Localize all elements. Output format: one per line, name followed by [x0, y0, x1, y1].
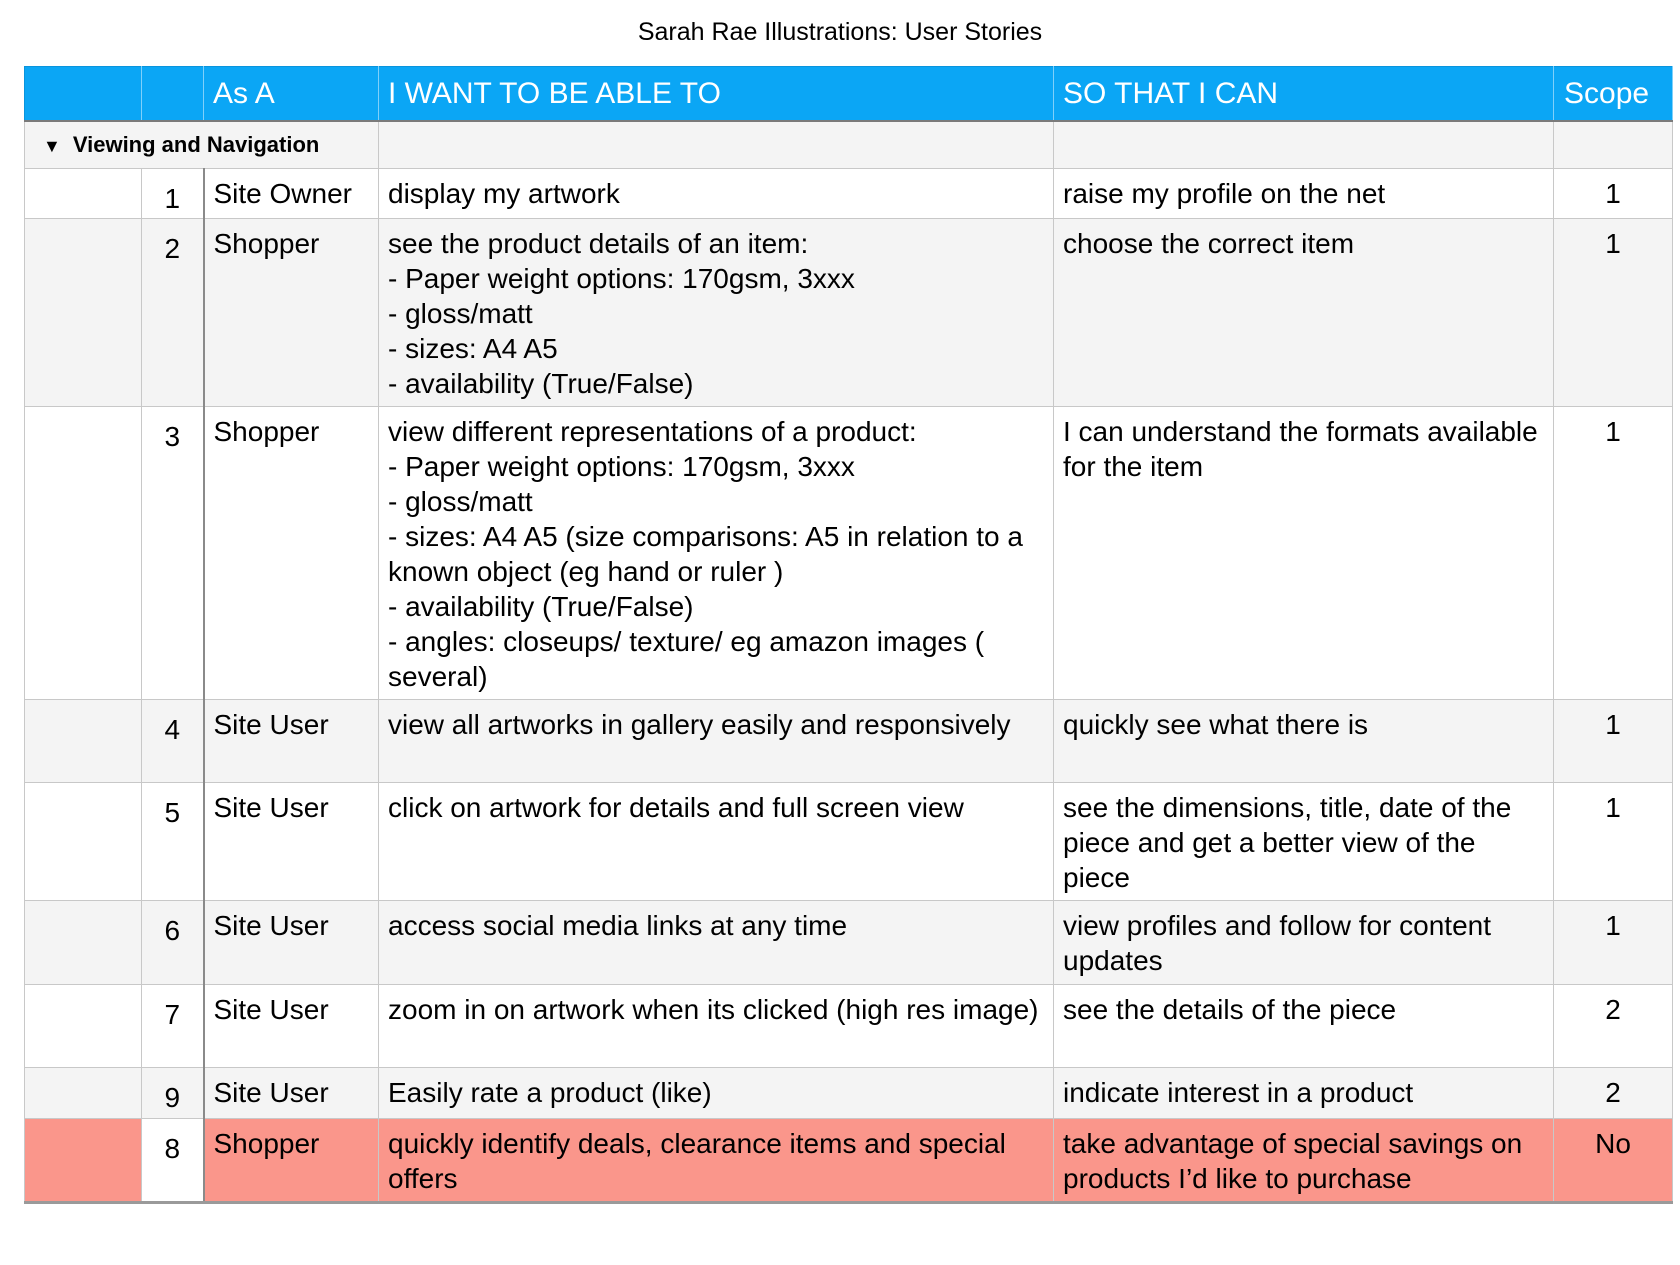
group-cell-so-that[interactable]	[1053, 120, 1554, 169]
row-number[interactable]: 2	[141, 218, 205, 407]
row-number[interactable]: 1	[141, 168, 205, 219]
group-label: Viewing and Navigation	[72, 131, 320, 157]
row-number[interactable]: 8	[141, 1118, 205, 1204]
group-label-cell[interactable]: ▼ Viewing and Navigation	[24, 120, 379, 169]
row-header-cell[interactable]	[24, 168, 142, 219]
group-cell-want[interactable]	[378, 120, 1054, 169]
as-a-cell[interactable]: Site User	[203, 782, 379, 901]
table-row: 5 Site User click on artwork for details…	[24, 782, 1673, 901]
scope-cell[interactable]: 1	[1553, 699, 1673, 783]
row-header-cell[interactable]	[24, 406, 142, 700]
want-cell[interactable]: view all artworks in gallery easily and …	[378, 699, 1054, 783]
so-that-cell[interactable]: choose the correct item	[1053, 218, 1554, 407]
want-cell[interactable]: click on artwork for details and full sc…	[378, 782, 1054, 901]
scope-cell[interactable]: 1	[1553, 782, 1673, 901]
scope-cell[interactable]: 1	[1553, 218, 1673, 407]
header-row-label-cell[interactable]	[24, 66, 142, 122]
table-row: 2 Shopper see the product details of an …	[24, 218, 1673, 407]
scope-cell[interactable]: 1	[1553, 900, 1673, 985]
table-row-highlighted: 8 Shopper quickly identify deals, cleara…	[24, 1118, 1673, 1204]
scope-cell[interactable]: 1	[1553, 168, 1673, 219]
so-that-cell[interactable]: raise my profile on the net	[1053, 168, 1554, 219]
header-row: As A I WANT TO BE ABLE TO SO THAT I CAN …	[24, 66, 1673, 122]
group-row: ▼ Viewing and Navigation	[24, 120, 1673, 169]
table-row: 3 Shopper view different representations…	[24, 406, 1673, 700]
row-header-cell[interactable]	[24, 900, 142, 985]
as-a-cell[interactable]: Site User	[203, 1067, 379, 1119]
so-that-cell[interactable]: see the details of the piece	[1053, 984, 1554, 1068]
row-number[interactable]: 3	[141, 406, 205, 700]
column-header-scope[interactable]: Scope	[1553, 66, 1673, 122]
as-a-cell[interactable]: Site User	[203, 699, 379, 783]
row-number[interactable]: 4	[141, 699, 205, 783]
want-cell[interactable]: see the product details of an item: - Pa…	[378, 218, 1054, 407]
as-a-cell[interactable]: Site User	[203, 900, 379, 985]
table-row: 7 Site User zoom in on artwork when its …	[24, 984, 1673, 1068]
table-row: 9 Site User Easily rate a product (like)…	[24, 1067, 1673, 1119]
row-header-cell[interactable]	[24, 984, 142, 1068]
so-that-cell[interactable]: take advantage of special savings on pro…	[1053, 1118, 1554, 1204]
so-that-cell[interactable]: indicate interest in a product	[1053, 1067, 1554, 1119]
row-number[interactable]: 5	[141, 782, 205, 901]
column-header-want[interactable]: I WANT TO BE ABLE TO	[378, 66, 1054, 122]
want-cell[interactable]: view different representations of a prod…	[378, 406, 1054, 700]
column-header-as-a[interactable]: As A	[203, 66, 379, 122]
scope-cell[interactable]: No	[1553, 1118, 1673, 1204]
table-row: 1 Site Owner display my artwork raise my…	[24, 168, 1673, 219]
as-a-cell[interactable]: Shopper	[203, 406, 379, 700]
as-a-cell[interactable]: Shopper	[203, 218, 379, 407]
scope-cell[interactable]: 2	[1553, 1067, 1673, 1119]
user-stories-table: As A I WANT TO BE ABLE TO SO THAT I CAN …	[24, 66, 1673, 1204]
scope-cell[interactable]: 2	[1553, 984, 1673, 1068]
so-that-cell[interactable]: quickly see what there is	[1053, 699, 1554, 783]
row-number[interactable]: 7	[141, 984, 205, 1068]
want-cell[interactable]: quickly identify deals, clearance items …	[378, 1118, 1054, 1204]
want-cell[interactable]: display my artwork	[378, 168, 1054, 219]
row-number[interactable]: 6	[141, 900, 205, 985]
group-cell-scope[interactable]	[1553, 120, 1673, 169]
row-header-cell[interactable]	[24, 1118, 142, 1204]
table-row: 6 Site User access social media links at…	[24, 900, 1673, 985]
as-a-cell[interactable]: Site Owner	[203, 168, 379, 219]
want-cell[interactable]: access social media links at any time	[378, 900, 1054, 985]
table-row: 4 Site User view all artworks in gallery…	[24, 699, 1673, 783]
want-cell[interactable]: zoom in on artwork when its clicked (hig…	[378, 984, 1054, 1068]
row-header-cell[interactable]	[24, 782, 142, 901]
sheet-title: Sarah Rae Illustrations: User Stories	[637, 18, 1043, 46]
so-that-cell[interactable]: view profiles and follow for content upd…	[1053, 900, 1554, 985]
as-a-cell[interactable]: Shopper	[203, 1118, 379, 1204]
want-cell[interactable]: Easily rate a product (like)	[378, 1067, 1054, 1119]
disclosure-triangle-icon[interactable]: ▼	[43, 129, 61, 164]
so-that-cell[interactable]: I can understand the formats available f…	[1053, 406, 1554, 700]
so-that-cell[interactable]: see the dimensions, title, date of the p…	[1053, 782, 1554, 901]
row-header-cell[interactable]	[24, 699, 142, 783]
header-num-cell[interactable]	[141, 66, 204, 122]
row-header-cell[interactable]	[24, 218, 142, 407]
row-header-cell[interactable]	[24, 1067, 142, 1119]
column-header-so-that[interactable]: SO THAT I CAN	[1053, 66, 1554, 122]
scope-cell[interactable]: 1	[1553, 406, 1673, 700]
as-a-cell[interactable]: Site User	[203, 984, 379, 1068]
row-number[interactable]: 9	[141, 1067, 205, 1119]
